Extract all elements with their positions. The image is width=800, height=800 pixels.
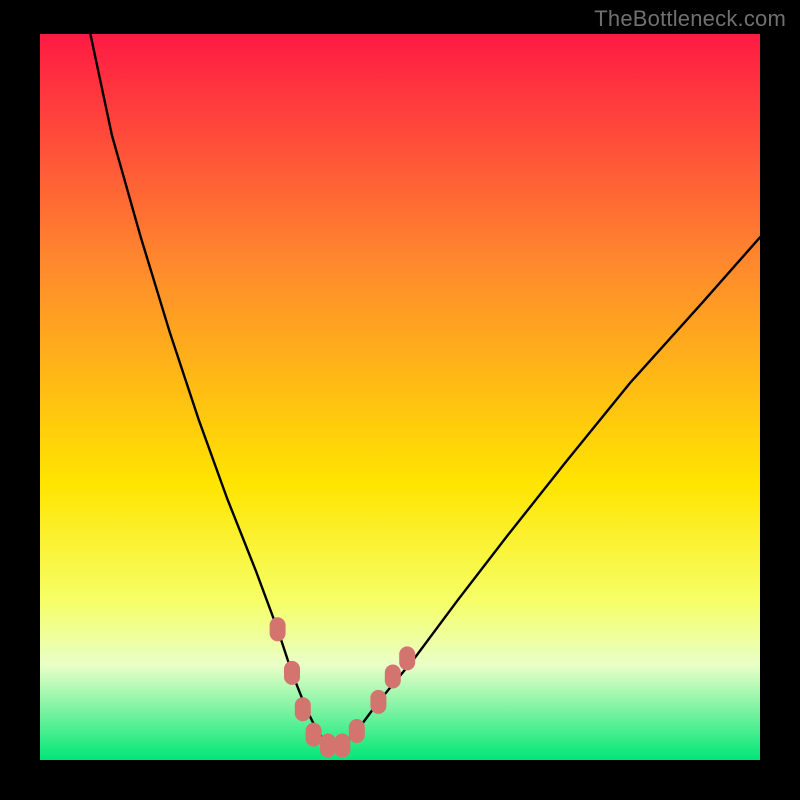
curve-marker: [385, 665, 401, 689]
curve-marker: [320, 734, 336, 758]
curve-marker: [399, 646, 415, 670]
chart-frame: { "watermark": "TheBottleneck.com", "col…: [0, 0, 800, 800]
curve-marker: [284, 661, 300, 685]
curve-marker: [306, 723, 322, 747]
curve-marker: [349, 719, 365, 743]
curve-marker: [295, 697, 311, 721]
curve-marker: [270, 617, 286, 641]
watermark-label: TheBottleneck.com: [594, 6, 786, 32]
curve-marker: [370, 690, 386, 714]
curve-marker: [334, 734, 350, 758]
bottleneck-chart: [0, 0, 800, 800]
